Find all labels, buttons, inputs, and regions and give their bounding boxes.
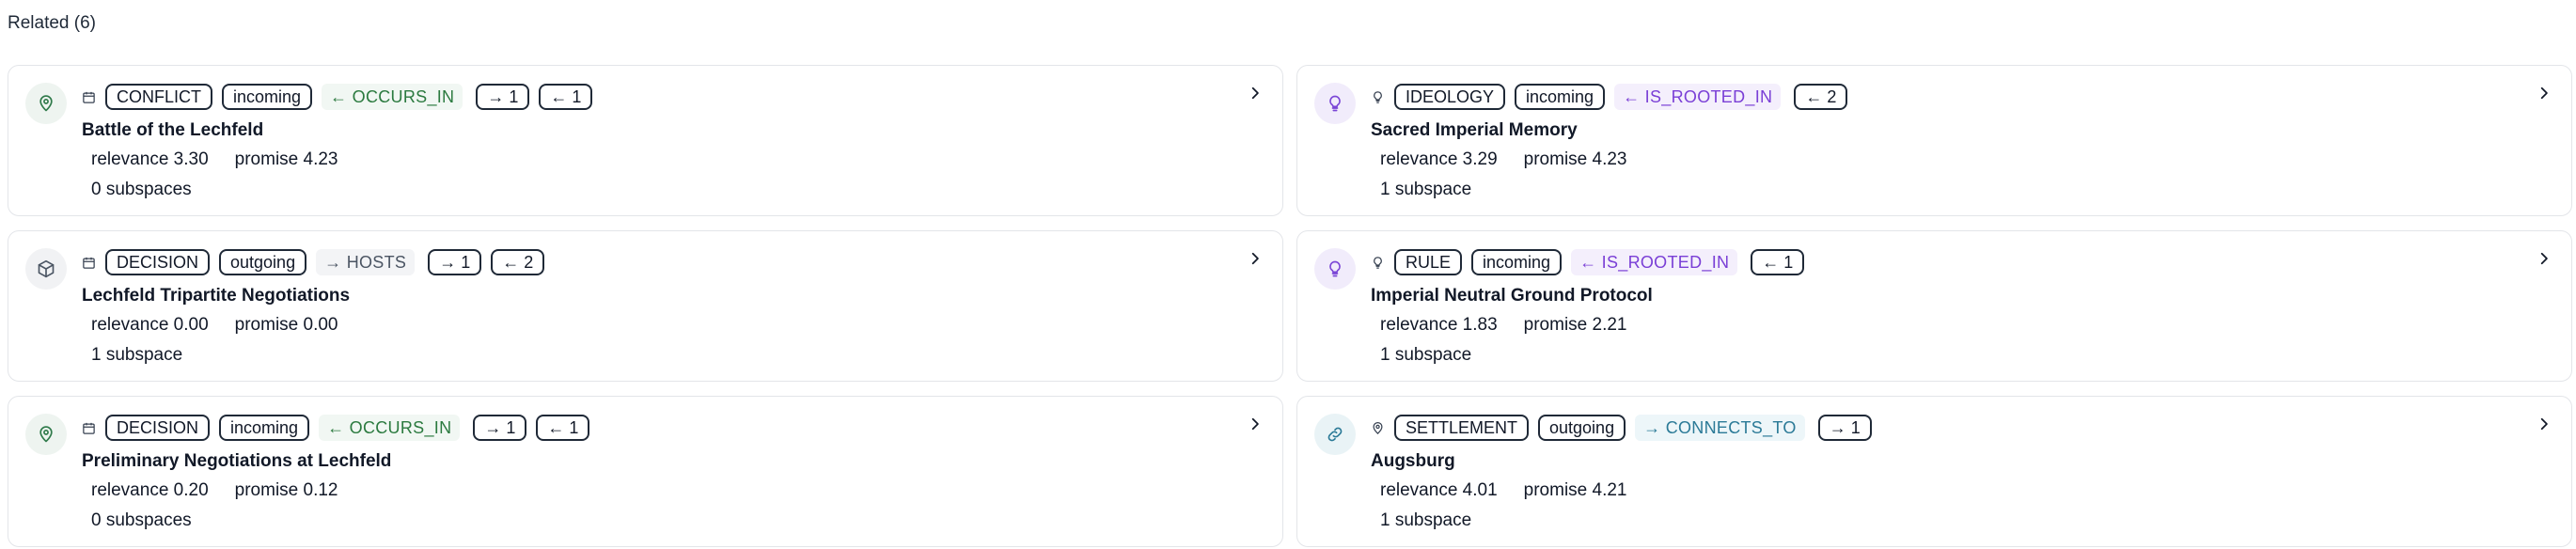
subspaces-count: 1 subspace (1380, 510, 1472, 530)
count-chip: → 1 (428, 249, 482, 275)
card-metrics: relevance 3.29 promise 4.23 (1380, 149, 1627, 170)
card-metrics: relevance 3.30 promise 4.23 (91, 149, 338, 170)
count-chip: → 1 (1817, 415, 1872, 441)
chevron-right-icon[interactable] (2537, 417, 2551, 431)
relevance-value: relevance 3.30 (91, 149, 209, 169)
chevron-right-icon[interactable] (1249, 86, 1262, 100)
relation-badge: ← IS_ROOTED_IN (1614, 84, 1782, 110)
lightbulb-icon (1314, 248, 1356, 290)
cube-icon (25, 248, 67, 290)
promise-value: promise 2.21 (1523, 315, 1627, 335)
lightbulb-icon (1370, 89, 1385, 104)
type-chip: DECISION (105, 249, 211, 275)
type-chip: SETTLEMENT (1394, 415, 1530, 441)
chevron-right-icon[interactable] (2537, 252, 2551, 265)
type-chip: DECISION (105, 415, 211, 441)
relation-badge: ← OCCURS_IN (322, 84, 463, 110)
map-pin-icon (25, 414, 67, 455)
subspaces-count: 0 subspaces (91, 510, 192, 530)
count-chip: ← 2 (491, 249, 545, 275)
lightbulb-icon (1370, 255, 1385, 270)
subspaces-count: 1 subspace (1380, 180, 1472, 199)
relevance-value: relevance 0.20 (91, 480, 209, 500)
chevron-right-icon[interactable] (1249, 417, 1262, 431)
direction-chip: incoming (219, 415, 310, 441)
relevance-value: relevance 4.01 (1380, 480, 1498, 500)
count-chip: → 1 (473, 415, 527, 441)
lightbulb-icon (1314, 83, 1356, 124)
related-card[interactable]: IDEOLOGY incoming ← IS_ROOTED_IN ← 2 Sac… (1296, 65, 2572, 216)
card-metrics: relevance 4.01 promise 4.21 (1380, 480, 1627, 501)
subspaces-count: 0 subspaces (91, 180, 192, 199)
related-grid: CONFLICT incoming ← OCCURS_IN → 1 ← 1 Ba… (8, 65, 2572, 547)
card-tags: DECISION incoming ← OCCURS_IN → 1 ← 1 (81, 414, 590, 442)
count-chip: ← 1 (539, 84, 593, 110)
link-icon (1314, 414, 1356, 455)
card-metrics: relevance 0.20 promise 0.12 (91, 480, 338, 501)
promise-value: promise 0.00 (234, 315, 338, 335)
type-chip: CONFLICT (105, 84, 212, 110)
chevron-right-icon[interactable] (2537, 86, 2551, 100)
card-tags: IDEOLOGY incoming ← IS_ROOTED_IN ← 2 (1370, 83, 1848, 111)
card-metrics: relevance 1.83 promise 2.21 (1380, 315, 1627, 336)
direction-chip: outgoing (219, 249, 307, 275)
card-title[interactable]: Preliminary Negotiations at Lechfeld (82, 451, 391, 472)
calendar-icon (81, 89, 96, 104)
type-chip: RULE (1394, 249, 1463, 275)
card-title[interactable]: Battle of the Lechfeld (82, 120, 263, 141)
card-tags: DECISION outgoing → HOSTS → 1 ← 2 (81, 248, 545, 276)
count-chip: ← 1 (1751, 249, 1805, 275)
card-title[interactable]: Augsburg (1371, 451, 1455, 472)
section-title: Related (6) (8, 13, 96, 33)
subspaces-count: 1 subspace (91, 345, 183, 365)
relation-badge: ← IS_ROOTED_IN (1571, 249, 1738, 275)
relevance-value: relevance 1.83 (1380, 315, 1498, 335)
direction-chip: outgoing (1538, 415, 1626, 441)
calendar-icon (81, 255, 96, 270)
card-tags: RULE incoming ← IS_ROOTED_IN ← 1 (1370, 248, 1805, 276)
direction-chip: incoming (1471, 249, 1563, 275)
promise-value: promise 4.23 (1523, 149, 1627, 169)
card-tags: CONFLICT incoming ← OCCURS_IN → 1 ← 1 (81, 83, 593, 111)
promise-value: promise 4.23 (234, 149, 338, 169)
map-pin-icon (1370, 420, 1385, 435)
card-tags: SETTLEMENT outgoing → CONNECTS_TO → 1 (1370, 414, 1872, 442)
related-card[interactable]: RULE incoming ← IS_ROOTED_IN ← 1 Imperia… (1296, 230, 2572, 382)
count-chip: → 1 (476, 84, 530, 110)
related-card[interactable]: CONFLICT incoming ← OCCURS_IN → 1 ← 1 Ba… (8, 65, 1283, 216)
count-chip: ← 1 (536, 415, 590, 441)
calendar-icon (81, 420, 96, 435)
relation-badge: → HOSTS (316, 249, 416, 275)
relevance-value: relevance 0.00 (91, 315, 209, 335)
card-metrics: relevance 0.00 promise 0.00 (91, 315, 338, 336)
relation-badge: ← OCCURS_IN (319, 415, 461, 441)
card-title[interactable]: Imperial Neutral Ground Protocol (1371, 286, 1653, 306)
card-title[interactable]: Lechfeld Tripartite Negotiations (82, 286, 350, 306)
chevron-right-icon[interactable] (1249, 252, 1262, 265)
promise-value: promise 0.12 (234, 480, 338, 500)
subspaces-count: 1 subspace (1380, 345, 1472, 365)
related-card[interactable]: SETTLEMENT outgoing → CONNECTS_TO → 1 Au… (1296, 396, 2572, 547)
promise-value: promise 4.21 (1523, 480, 1627, 500)
direction-chip: incoming (1515, 84, 1606, 110)
related-card[interactable]: DECISION outgoing → HOSTS → 1 ← 2 Lechfe… (8, 230, 1283, 382)
type-chip: IDEOLOGY (1394, 84, 1506, 110)
direction-chip: incoming (222, 84, 313, 110)
count-chip: ← 2 (1794, 84, 1848, 110)
relevance-value: relevance 3.29 (1380, 149, 1498, 169)
related-card[interactable]: DECISION incoming ← OCCURS_IN → 1 ← 1 Pr… (8, 396, 1283, 547)
relation-badge: → CONNECTS_TO (1635, 415, 1805, 441)
map-pin-icon (25, 83, 67, 124)
card-title[interactable]: Sacred Imperial Memory (1371, 120, 1578, 141)
